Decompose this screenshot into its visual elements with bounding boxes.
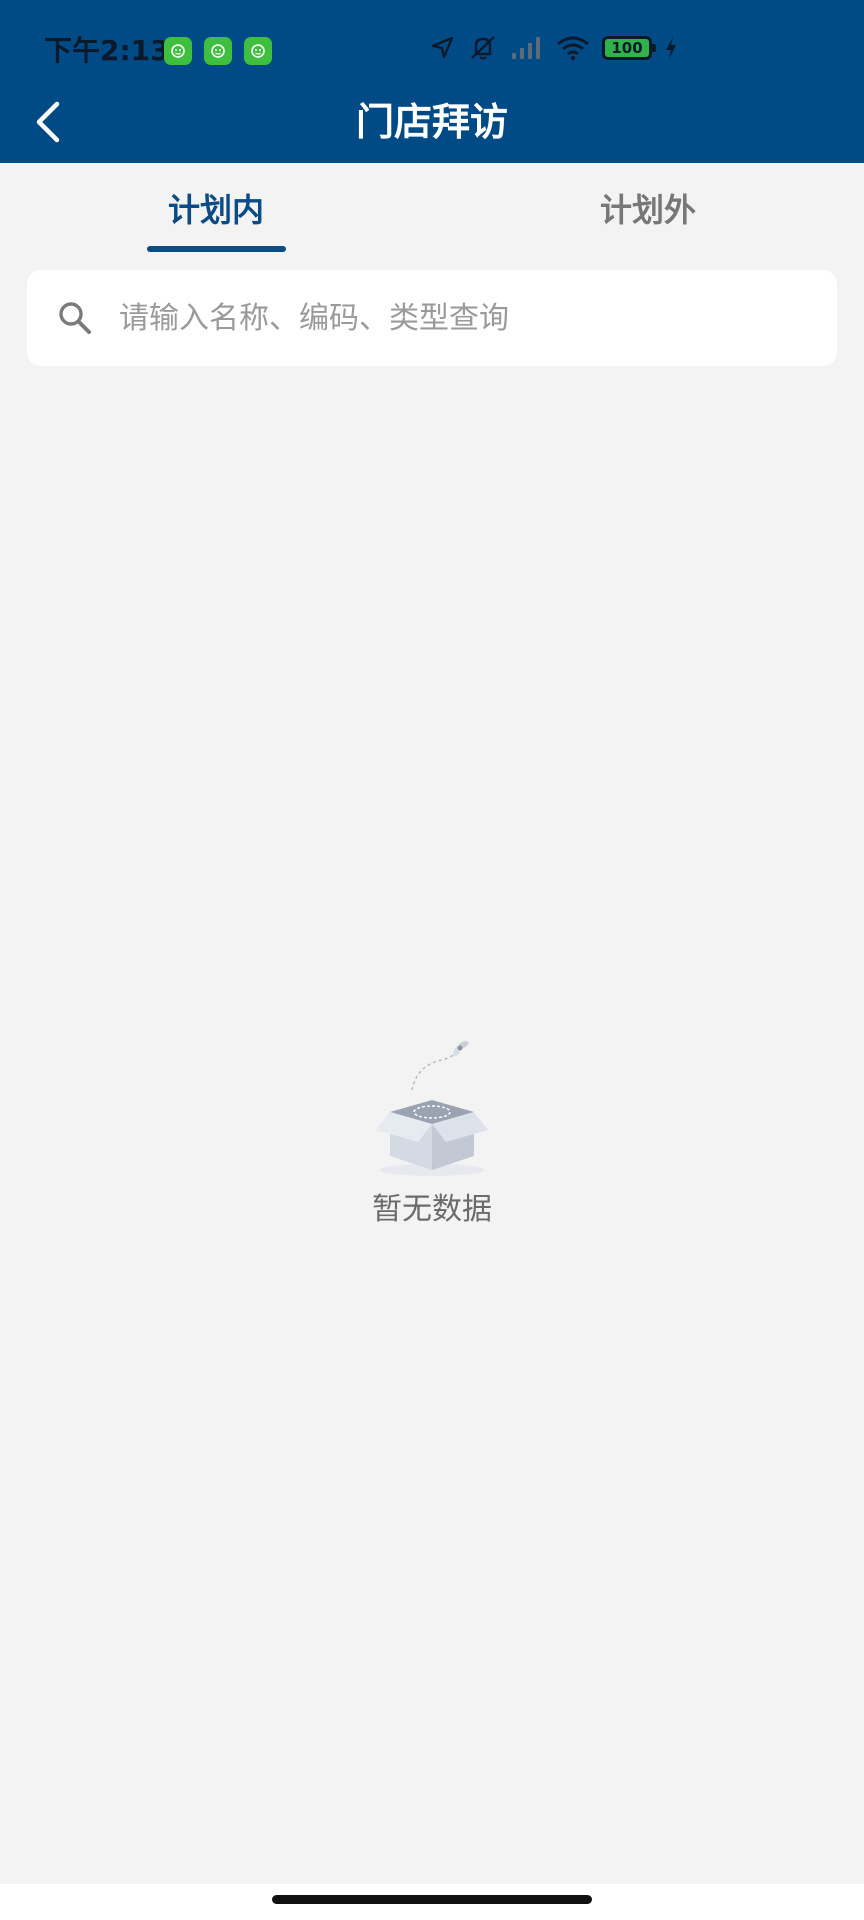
battery-level: 100 — [611, 38, 643, 57]
tab-label-out-of-plan: 计划外 — [599, 191, 696, 229]
tab-label-in-plan: 计划内 — [167, 191, 264, 229]
status-time: 下午2:13 — [44, 34, 170, 67]
tab-out-of-plan[interactable]: 计划外 — [432, 163, 864, 253]
app-header: 下午2:13 100 门店拜访 — [0, 0, 864, 163]
system-icons: 100 — [430, 34, 678, 62]
search-box[interactable] — [27, 270, 837, 366]
location-icon — [431, 36, 454, 59]
search-input[interactable] — [117, 287, 801, 349]
charging-icon — [666, 37, 676, 59]
signal-icon — [512, 37, 540, 59]
mute-bell-icon — [471, 36, 495, 60]
tab-bar: 计划内 计划外 — [0, 163, 864, 253]
nav-bar: 门店拜访 — [0, 92, 864, 152]
app-notification-icon — [244, 37, 272, 65]
search-icon — [55, 298, 95, 338]
status-bar: 下午2:13 100 — [0, 0, 864, 100]
empty-state: 暂无数据 — [0, 1030, 864, 1230]
active-tab-indicator — [147, 246, 286, 252]
home-indicator[interactable] — [272, 1895, 592, 1904]
app-notification-icon — [164, 37, 192, 65]
empty-box-icon — [362, 1030, 502, 1180]
wifi-icon — [557, 36, 589, 61]
battery-tip — [652, 44, 656, 52]
chevron-left-icon — [36, 101, 60, 143]
tab-in-plan[interactable]: 计划内 — [0, 163, 432, 253]
notification-icons — [164, 37, 272, 65]
battery-icon: 100 — [602, 36, 656, 60]
back-button[interactable] — [18, 92, 78, 152]
page-title: 门店拜访 — [355, 100, 508, 144]
empty-state-text: 暂无数据 — [372, 1192, 492, 1227]
app-notification-icon — [204, 37, 232, 65]
